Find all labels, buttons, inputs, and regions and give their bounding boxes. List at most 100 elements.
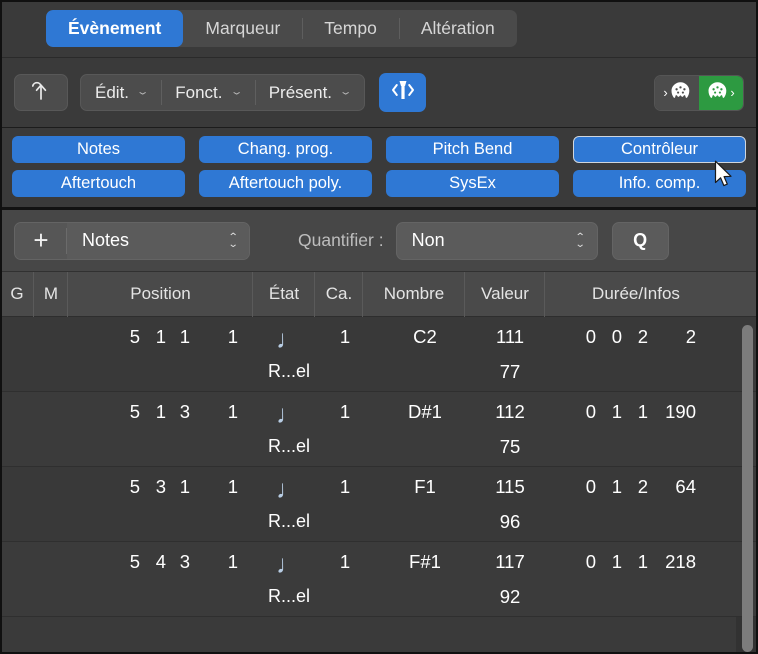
column-header-g[interactable]: G [0,272,34,317]
cell-position-beat: 3 [155,476,166,497]
menu-edit[interactable]: Édit. ⌄ [81,75,161,110]
tab-bar: Évènement Marqueur Tempo Altération [0,0,758,58]
quantify-value: Non [411,230,445,250]
cell-position-div: 3 [179,551,190,572]
tab-tempo[interactable]: Tempo [302,10,399,47]
cell-position-beat: 1 [155,326,166,347]
cell-duration-bars: 0 [585,476,596,497]
cell-channel: 1 [339,551,351,572]
menu-functions[interactable]: Fonct. ⌄ [161,75,254,110]
table-row[interactable]: 5 1 1 1 ♩ R...el 1 C2 111 77 0 0 2 2 [0,317,758,392]
cell-etat: ♩ [258,326,320,353]
cell-channel: 1 [339,326,351,347]
tab-group: Évènement Marqueur Tempo Altération [46,10,517,47]
cell-duration-divs: 1 [637,401,648,422]
menu-view-label: Présent. [268,82,333,102]
chevron-down-icon: ⌄ [229,86,243,98]
cell-velocity: 115 [495,476,525,497]
cell-release-velocity: 96 [499,511,521,532]
scrollbar-thumb[interactable] [742,325,753,652]
table-header-row: G M Position État Ca. Nombre Valeur Duré… [0,272,758,317]
cell-etat: ♩ [258,476,320,503]
column-header-duree[interactable]: Durée/Infos [545,272,727,317]
cell-release-velocity: 77 [499,361,521,382]
filter-row-2: Aftertouch Aftertouch poly. SysEx Info. … [12,170,746,197]
filter-program-change[interactable]: Chang. prog. [199,136,372,163]
filter-row-1: Notes Chang. prog. Pitch Bend Contrôleur [12,136,746,163]
tab-alteration[interactable]: Altération [398,10,517,47]
vertical-scrollbar[interactable] [742,325,753,652]
cell-position-beat: 4 [155,551,166,572]
table-row[interactable]: 5 3 1 1 ♩ R...el 1 F1 115 96 0 1 2 64 [0,467,758,542]
add-event-button[interactable]: + [15,222,67,259]
tab-evenement[interactable]: Évènement [46,10,184,47]
quantify-select[interactable]: Non ⌃ ⌄ [395,221,598,260]
column-header-position[interactable]: Position [68,272,253,317]
filter-notes[interactable]: Notes [12,136,185,163]
add-event-type-value: Notes [82,230,130,250]
cell-release-velocity: 75 [499,436,521,457]
cell-duration-divs: 1 [637,551,648,572]
cell-duration-ticks: 64 [675,476,696,497]
cell-etat-release: R...el [267,511,310,531]
cell-etat: ♩ [258,551,320,578]
cell-duration-beats: 1 [611,401,622,422]
go-up-level-button[interactable] [14,74,68,111]
cell-etat-release: R...el [267,361,310,381]
cell-position-bar: 5 [129,551,140,572]
filter-sysex[interactable]: SysEx [386,170,559,197]
cell-position-bar: 5 [129,401,140,422]
midi-in-button[interactable]: › [655,75,699,110]
quarter-note-icon: ♩ [276,324,302,354]
cell-duration-beats: 0 [611,326,622,347]
cell-note-number: C2 [413,326,437,347]
cell-duration-divs: 2 [637,326,648,347]
main-toolbar: Édit. ⌄ Fonct. ⌄ Présent. ⌄ › › [0,58,758,128]
cell-position-tick: 1 [227,551,238,572]
cell-duration-bars: 0 [585,326,596,347]
quarter-note-icon: ♩ [276,399,302,429]
menu-view[interactable]: Présent. ⌄ [254,75,365,110]
quarter-note-icon: ♩ [276,549,302,579]
column-header-nombre[interactable]: Nombre [363,272,465,317]
cell-etat-release: R...el [267,436,310,456]
tab-marqueur[interactable]: Marqueur [183,10,302,47]
catch-playhead-button[interactable] [379,73,427,112]
filter-aftertouch-poly[interactable]: Aftertouch poly. [199,170,372,197]
table-row[interactable]: 5 4 3 1 ♩ R...el 1 F#1 117 92 0 1 1 218 [0,542,758,617]
add-event-type-select[interactable]: Notes ⌃ ⌄ [67,222,249,259]
column-header-m[interactable]: M [34,272,68,317]
cell-duration-beats: 1 [611,476,622,497]
filter-controller[interactable]: Contrôleur [573,136,746,163]
midi-out-button[interactable]: › [699,75,743,110]
cell-position-tick: 1 [227,326,238,347]
quantize-bar: + Notes ⌃ ⌄ Quantifier : Non ⌃ ⌄ Q [0,210,758,272]
column-header-ca[interactable]: Ca. [315,272,363,317]
cell-velocity: 117 [495,551,525,572]
cell-position-div: 1 [179,476,190,497]
quantify-label: Quantifier : [298,230,384,250]
chevron-down-icon: ⌄ [338,86,353,98]
cell-duration-ticks: 2 [685,326,696,347]
cell-note-number: D#1 [408,401,442,422]
cell-position-tick: 1 [227,476,238,497]
cell-position-tick: 1 [227,401,238,422]
quantize-apply-button[interactable]: Q [611,221,669,260]
cell-note-number: F#1 [409,551,441,572]
filter-aftertouch[interactable]: Aftertouch [12,170,185,197]
cell-position-div: 1 [179,326,190,347]
filter-additional-info[interactable]: Info. comp. [573,170,746,197]
filter-pitch-bend[interactable]: Pitch Bend [386,136,559,163]
column-header-valeur[interactable]: Valeur [465,272,545,317]
table-row[interactable]: 5 1 3 1 ♩ R...el 1 D#1 112 75 0 1 1 190 [0,392,758,467]
add-event-group: + Notes ⌃ ⌄ [14,221,250,260]
column-header-etat[interactable]: État [253,272,315,317]
cell-etat: ♩ [258,401,320,428]
chevron-right-small-icon: › [730,85,735,100]
cell-duration-ticks: 190 [665,401,696,422]
cell-duration-bars: 0 [585,551,596,572]
event-type-filters: Notes Chang. prog. Pitch Bend Contrôleur… [0,128,758,210]
event-list-window: Évènement Marqueur Tempo Altération Édit… [0,0,758,654]
plus-icon: + [33,225,49,255]
menu-functions-label: Fonct. [175,82,223,102]
